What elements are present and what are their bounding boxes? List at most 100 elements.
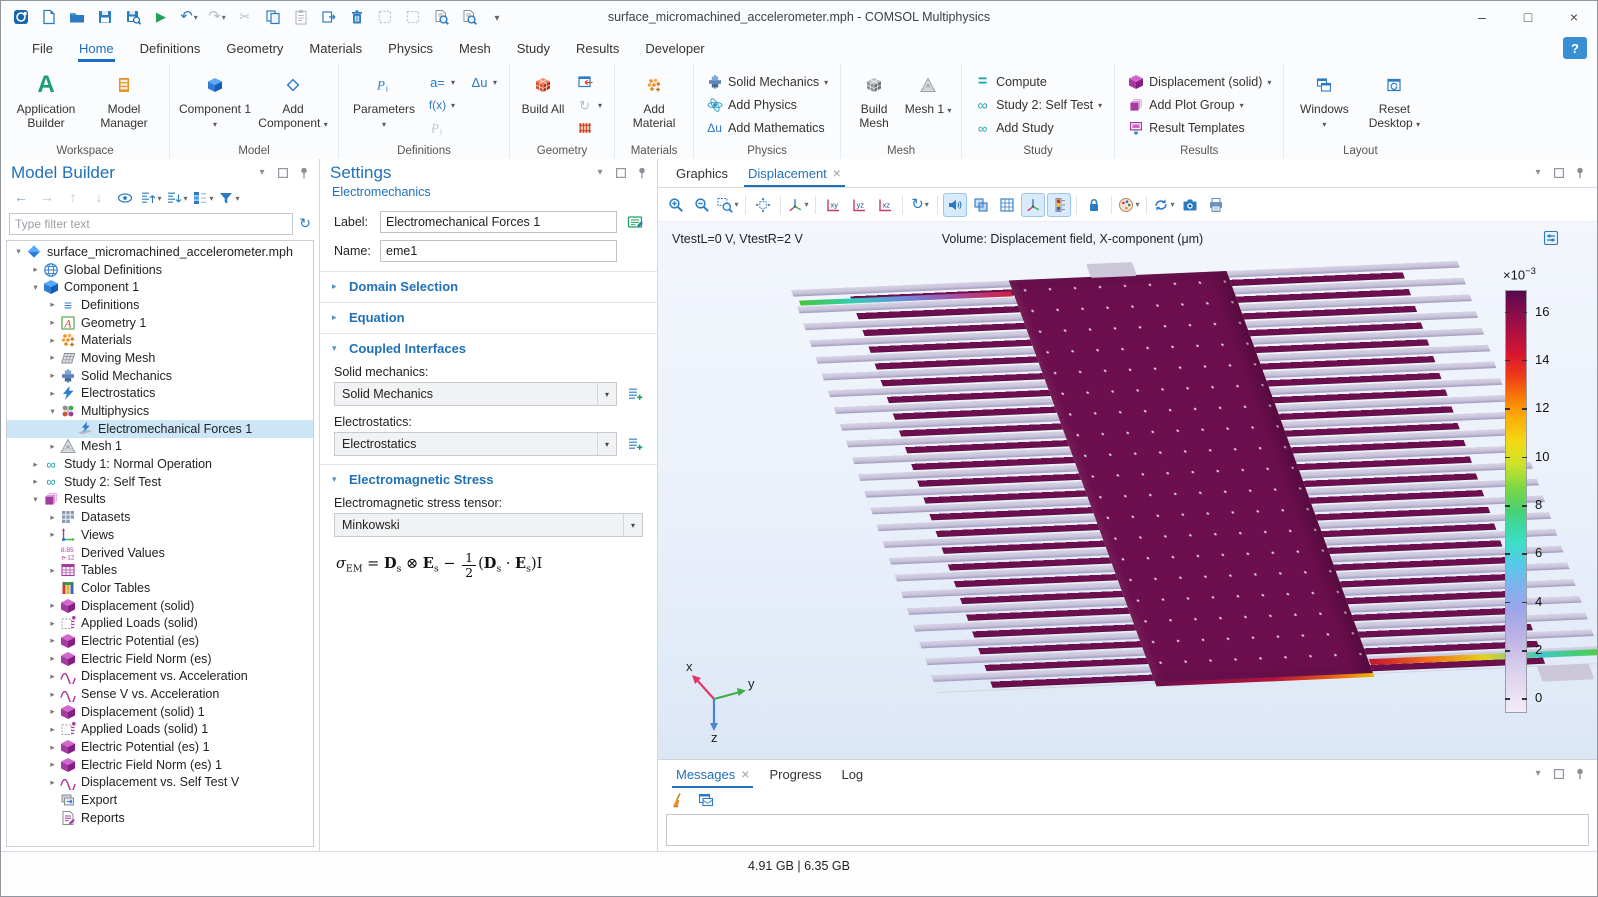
help-button[interactable]: ?	[1563, 37, 1587, 59]
tree-item[interactable]: ▸Electrostatics	[7, 385, 313, 403]
tree-item[interactable]: Reports	[7, 809, 313, 827]
menu-home[interactable]: Home	[66, 33, 127, 63]
menu-geometry[interactable]: Geometry	[213, 33, 296, 63]
tree-item[interactable]: ▸Applied Loads (solid) 1	[7, 721, 313, 739]
update-solution-button[interactable]: Δu▾	[467, 72, 501, 92]
plot-properties-icon[interactable]	[1543, 230, 1559, 246]
graphics-canvas[interactable]: VtestL=0 V, VtestR=2 V Volume: Displacem…	[658, 222, 1597, 759]
tree-item[interactable]: ▸Displacement (solid) 1	[7, 703, 313, 721]
physics-interface-button[interactable]: Solid Mechanics▾	[702, 72, 832, 92]
find-button[interactable]	[429, 5, 453, 29]
tree-item[interactable]: ▸AGeometry 1	[7, 314, 313, 332]
collapse-all-button[interactable]: ▾	[165, 186, 189, 210]
name-field[interactable]	[380, 240, 617, 262]
show-eye-button[interactable]	[113, 186, 137, 210]
new-file-button[interactable]	[37, 5, 61, 29]
build-mesh-button[interactable]: Build Mesh	[849, 67, 899, 143]
add-solid-mechanics-button[interactable]	[623, 382, 647, 406]
run-button[interactable]: ▶	[149, 5, 173, 29]
tree-collapsed-arrow-icon[interactable]: ▸	[45, 299, 60, 310]
rotate-button[interactable]: ↻▾	[908, 193, 932, 217]
compute-button[interactable]: =Compute	[970, 72, 1106, 92]
tree-expanded-arrow-icon[interactable]: ▾	[45, 406, 60, 417]
add-mathematics-button[interactable]: ΔuAdd Mathematics	[702, 118, 832, 138]
electrostatics-select[interactable]: Electrostatics ▾	[334, 432, 617, 456]
update-plot-button[interactable]: ▾	[1152, 193, 1176, 217]
section-equation[interactable]: ▸ Equation	[320, 302, 657, 327]
component-1-button[interactable]: Component 1 ▾	[178, 67, 252, 143]
tree-collapsed-arrow-icon[interactable]: ▸	[45, 742, 60, 753]
tree-item[interactable]: ▸∞Study 2: Self Test	[7, 473, 313, 491]
filter-funnel-button[interactable]: ▾	[217, 186, 241, 210]
open-button[interactable]	[65, 5, 89, 29]
tree-item[interactable]: ▾Results	[7, 491, 313, 509]
select-box-button[interactable]	[373, 5, 397, 29]
tree-item[interactable]: ▸Electric Field Norm (es)	[7, 650, 313, 668]
add-physics-button[interactable]: Add Physics	[702, 95, 832, 115]
nav-fwd-button[interactable]: →	[35, 186, 59, 210]
tab-close-icon[interactable]: ×	[741, 767, 749, 782]
tree-collapsed-arrow-icon[interactable]: ▸	[45, 388, 60, 399]
accelerometer-3d-model[interactable]	[791, 261, 1597, 693]
tree-item[interactable]: ▸∞Study 1: Normal Operation	[7, 455, 313, 473]
tree-collapsed-arrow-icon[interactable]: ▸	[45, 618, 60, 629]
zoom-in-button[interactable]	[664, 193, 688, 217]
tree-collapsed-arrow-icon[interactable]: ▸	[45, 600, 60, 611]
tab-close-icon[interactable]: ×	[833, 166, 841, 181]
tab-graphics[interactable]: Graphics	[666, 159, 738, 187]
panel-menu-button[interactable]: ▾	[1531, 166, 1545, 180]
transparency-button[interactable]	[969, 193, 993, 217]
view-xy-button[interactable]: xy	[821, 193, 845, 217]
delete-button[interactable]	[345, 5, 369, 29]
find-view-button[interactable]	[457, 5, 481, 29]
tree-collapsed-arrow-icon[interactable]: ▸	[45, 689, 60, 700]
panel-pin-button[interactable]	[1573, 767, 1587, 781]
tree-item[interactable]: ▸Solid Mechanics	[7, 367, 313, 385]
tree-item[interactable]: ▸Datasets	[7, 508, 313, 526]
tree-item[interactable]: Color Tables	[7, 579, 313, 597]
tab-messages[interactable]: Messages ×	[666, 760, 759, 788]
add-plot-group-button[interactable]: Add Plot Group▾	[1123, 95, 1275, 115]
windows-button[interactable]: Windows▾	[1292, 67, 1356, 143]
plot-group-button[interactable]: Displacement (solid)▾	[1123, 72, 1275, 92]
scene-lock-button[interactable]	[1082, 193, 1106, 217]
tree-expanded-arrow-icon[interactable]: ▾	[11, 246, 26, 257]
panel-pin-button[interactable]	[1573, 166, 1587, 180]
tree-item[interactable]: ▸Electric Potential (es)	[7, 632, 313, 650]
tree-item[interactable]: Electromechanical Forces 1	[7, 420, 313, 438]
undo-button[interactable]: ↶▾	[177, 5, 201, 29]
snapshot-button[interactable]	[1178, 193, 1202, 217]
move-up-button[interactable]: ↑	[61, 186, 85, 210]
tab-log[interactable]: Log	[831, 760, 873, 788]
print-button[interactable]	[1204, 193, 1228, 217]
palette-button[interactable]: ▾	[1117, 193, 1141, 217]
tree-collapsed-arrow-icon[interactable]: ▸	[45, 317, 60, 328]
tree-collapsed-arrow-icon[interactable]: ▸	[45, 671, 60, 682]
add-study-button[interactable]: ∞Add Study	[970, 118, 1106, 138]
tree-collapsed-arrow-icon[interactable]: ▸	[45, 352, 60, 363]
close-button[interactable]: ×	[1551, 1, 1597, 33]
tree-collapsed-arrow-icon[interactable]: ▸	[45, 370, 60, 381]
tree-collapsed-arrow-icon[interactable]: ▸	[45, 706, 60, 717]
maximize-button[interactable]: □	[1505, 1, 1551, 33]
tree-item[interactable]: ▸Views	[7, 526, 313, 544]
tree-collapsed-arrow-icon[interactable]: ▸	[45, 759, 60, 770]
tree-collapsed-arrow-icon[interactable]: ▸	[45, 653, 60, 664]
section-domain-selection[interactable]: ▸ Domain Selection	[320, 271, 657, 296]
tree-collapsed-arrow-icon[interactable]: ▸	[45, 565, 60, 576]
tree-item[interactable]: ▸Materials	[7, 331, 313, 349]
tree-item[interactable]: ▸Displacement (solid)	[7, 597, 313, 615]
tree-collapsed-arrow-icon[interactable]: ▸	[45, 635, 60, 646]
zoom-box-button[interactable]: ▾	[716, 193, 740, 217]
panel-menu-button[interactable]: ▾	[1531, 767, 1545, 781]
cut-button[interactable]: ✂	[233, 5, 257, 29]
save-find-button[interactable]	[121, 5, 145, 29]
sound-button[interactable]	[943, 193, 967, 217]
refresh-icon[interactable]: ↻	[299, 215, 311, 233]
panel-float-button[interactable]	[1552, 767, 1566, 781]
menu-mesh[interactable]: Mesh	[446, 33, 504, 63]
grid-button[interactable]	[995, 193, 1019, 217]
tree-item[interactable]: ▸Electric Field Norm (es) 1	[7, 756, 313, 774]
tree-item[interactable]: ▸Tables	[7, 561, 313, 579]
tree-expanded-arrow-icon[interactable]: ▾	[28, 282, 43, 293]
